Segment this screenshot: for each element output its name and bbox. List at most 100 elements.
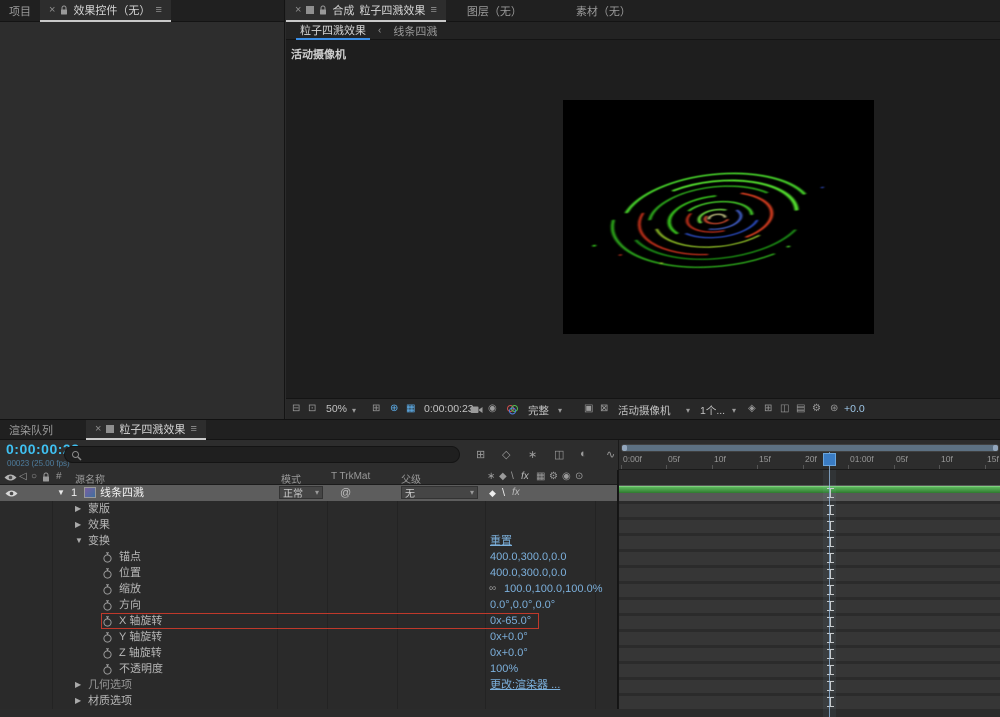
property-name[interactable]: 缩放 [119,581,141,597]
expand-triangle-icon[interactable]: ▶ [75,677,81,693]
property-name[interactable]: 不透明度 [119,661,163,677]
timeline-track-area[interactable] [618,470,1000,709]
region-of-interest-icon[interactable]: ▣ [584,403,593,414]
draft-3d-icon[interactable]: ◇ [502,448,510,461]
expand-triangle-icon[interactable]: ▶ [75,517,81,533]
property-value[interactable]: 100% [490,661,518,677]
transparency-grid-icon[interactable]: ▦ [406,403,415,414]
property-name[interactable]: 锚点 [119,549,141,565]
snapshot-camera-icon[interactable] [470,405,483,414]
chevron-down-icon[interactable]: ▾ [352,406,356,415]
expand-triangle-icon[interactable]: ▶ [75,693,81,709]
chevron-down-icon[interactable]: ▾ [558,406,562,415]
close-icon[interactable]: × [295,4,301,16]
property-row-opacity[interactable]: 不透明度 100% [0,661,617,677]
lock-icon[interactable] [60,5,68,15]
layer-fx-switch-icon[interactable]: fx [512,485,520,501]
3d-view-select[interactable]: 活动摄像机 [618,403,671,418]
property-row-position[interactable]: 位置 400.0,300.0,0.0 [0,565,617,581]
property-value[interactable]: 0.0°,0.0°,0.0° [490,597,555,613]
property-value[interactable]: 400.0,300.0,0.0 [490,565,566,581]
tab-footage[interactable]: 素材（无） [567,0,640,22]
mask-visibility-icon[interactable]: ⊕ [390,403,398,414]
channel-settings-icon[interactable] [506,404,519,415]
property-row-orientation[interactable]: 方向 0.0°,0.0°,0.0° [0,597,617,613]
column-header-source-name[interactable]: 源名称 [75,471,105,486]
tab-timeline-comp[interactable]: × 粒子四溅效果 ≡ [86,420,206,440]
frame-blend-icon[interactable]: ◫ [554,448,564,461]
timeline-search-input[interactable] [89,448,449,461]
parent-pickwhip-icon[interactable]: @ [340,485,351,501]
video-column-eye-icon[interactable] [4,473,17,482]
property-row-scale[interactable]: 缩放 ∞ 100.0,100.0,100.0% [0,581,617,597]
column-header-number[interactable]: # [56,471,62,482]
property-name[interactable]: Y 轴旋转 [119,629,162,645]
track-row[interactable] [619,501,1000,517]
switch-header-adjustment-icon[interactable]: ◉ [562,471,571,482]
time-ruler[interactable]: 0:00f 05f 10f 15f 20f 01:00f 05f 10f 15f [618,440,1000,470]
time-navigator-bar[interactable] [622,445,998,451]
stopwatch-icon[interactable] [103,600,112,611]
close-icon[interactable]: × [95,423,101,435]
layer-row-selected[interactable]: ▼ 1 线条四溅 正常▾ @ 无▾ ◆ \ fx [0,485,617,501]
stopwatch-icon[interactable] [103,568,112,579]
property-value[interactable]: 400.0,300.0,0.0 [490,549,566,565]
current-time-indicator[interactable] [823,453,836,466]
blend-mode-dropdown[interactable]: 正常▾ [279,486,323,499]
grid-guides-icon[interactable]: ⊞ [372,403,380,414]
column-header-trkmat[interactable]: T TrkMat [331,471,370,482]
magnification-select[interactable]: 50% [326,403,347,415]
motion-blur-icon[interactable]: ◐ [580,448,587,460]
property-name[interactable]: 方向 [119,597,141,613]
collapse-triangle-icon[interactable]: ▼ [75,533,83,549]
composition-viewport[interactable] [563,100,874,334]
property-value[interactable]: 0x+0.0° [490,645,528,661]
expand-triangle-icon[interactable]: ▶ [75,501,81,517]
reset-exposure-icon[interactable]: ⚙ [812,403,821,414]
tab-render-queue[interactable]: 渲染队列 [0,420,62,440]
track-row[interactable] [619,581,1000,597]
layer-quality-switch-icon[interactable]: \ [502,485,505,501]
switch-header-fx-icon[interactable]: fx [521,471,529,482]
track-row[interactable] [619,645,1000,661]
tab-project[interactable]: 项目 [0,0,40,22]
change-renderer-link[interactable]: 更改:渲染器 ... [490,677,560,693]
layer-visibility-eye-icon[interactable] [5,489,18,498]
layer-duration-track[interactable] [619,485,1000,501]
track-row[interactable] [619,597,1000,613]
group-row-masks[interactable]: ▶ 蒙版 [0,501,617,517]
time-navigator[interactable] [621,444,999,452]
lock-column-icon[interactable] [42,472,50,482]
track-row[interactable] [619,677,1000,693]
adjust-exposure-icon[interactable]: ⊛ [830,403,838,414]
layer-duration-bar[interactable] [619,486,1000,493]
group-row-material-options[interactable]: ▶ 材质选项 [0,693,617,709]
property-value[interactable]: 0x+0.0° [490,629,528,645]
timeline-panel-icon[interactable]: ◫ [780,403,789,414]
property-name[interactable]: Z 轴旋转 [119,645,162,661]
switch-header-motion-blur-icon[interactable]: ⚙ [549,471,558,482]
exposure-value[interactable]: +0.0 [844,403,865,415]
reset-link[interactable]: 重置 [490,533,512,549]
group-name[interactable]: 几何选项 [88,677,132,693]
group-name[interactable]: 变换 [88,533,110,549]
view-layout-select[interactable]: 1个... [700,403,725,418]
property-name[interactable]: 位置 [119,565,141,581]
solo-column-icon[interactable]: ○ [31,471,37,482]
stopwatch-icon[interactable] [103,648,112,659]
track-row[interactable] [619,661,1000,677]
stopwatch-icon[interactable] [103,664,112,675]
pixel-aspect-icon[interactable]: ◈ [748,403,756,414]
shy-layers-icon[interactable]: ∗ [528,448,537,461]
resolution-select[interactable]: 完整 [528,403,549,418]
stopwatch-icon[interactable] [103,632,112,643]
layer-collapse-switch-icon[interactable]: ◆ [489,485,496,501]
viewer-tab-current-comp[interactable]: 粒子四溅效果 [296,22,370,40]
group-row-effects[interactable]: ▶ 效果 [0,517,617,533]
group-name[interactable]: 效果 [88,517,110,533]
layer-name[interactable]: 线条四溅 [100,485,144,501]
panel-menu-icon[interactable]: ≡ [155,4,161,16]
constrain-link-icon[interactable]: ∞ [489,581,496,597]
switch-header-frame-blend-icon[interactable]: ▦ [536,471,545,482]
graph-editor-icon[interactable]: ∿ [606,448,615,461]
